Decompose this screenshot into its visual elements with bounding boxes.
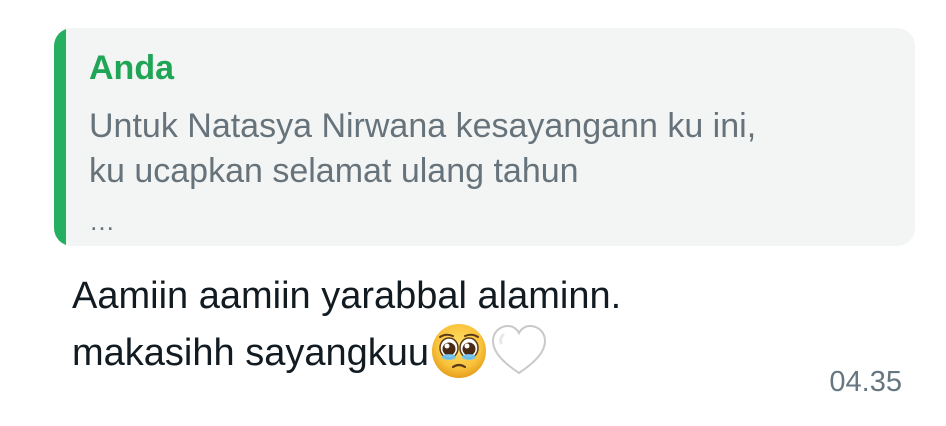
quote-ellipsis: … xyxy=(89,206,116,236)
quote-text-line: Untuk Natasya Nirwana kesayangann ku ini… xyxy=(89,107,757,145)
quote-text: Untuk Natasya Nirwana kesayangann ku ini… xyxy=(89,104,889,194)
pleading-face-icon xyxy=(429,321,489,381)
message-line-2-text: makasihh sayangkuu xyxy=(72,332,429,375)
quote-accent-bar xyxy=(54,28,66,246)
quoted-message[interactable]: Anda Untuk Natasya Nirwana kesayangann k… xyxy=(54,28,915,246)
quote-text-line: ku ucapkan selamat ulang tahun xyxy=(89,152,579,190)
message-text: Aamiin aamiin yarabbal alaminn. makasihh… xyxy=(72,268,812,385)
white-heart-icon xyxy=(489,321,549,381)
message-bubble[interactable]: Anda Untuk Natasya Nirwana kesayangann k… xyxy=(0,0,946,426)
message-line-2: makasihh sayangkuu xyxy=(72,324,812,385)
message-timestamp: 04.35 xyxy=(829,366,902,398)
quote-author: Anda xyxy=(89,49,174,87)
message-line-1: Aamiin aamiin yarabbal alaminn. xyxy=(72,275,622,317)
